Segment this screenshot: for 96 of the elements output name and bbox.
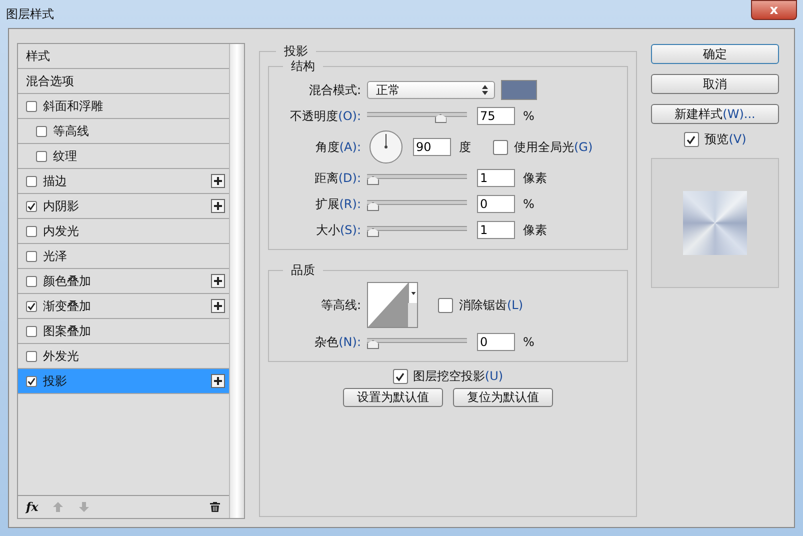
slider-thumb[interactable]: [367, 202, 379, 211]
checkbox[interactable]: [493, 140, 508, 154]
input-field[interactable]: 0: [477, 195, 515, 213]
style-item[interactable]: 内发光: [18, 219, 229, 244]
slider-thumb[interactable]: [434, 114, 446, 123]
style-label: 等高线: [53, 122, 90, 140]
style-item[interactable]: 混合选项: [18, 69, 229, 94]
style-label: 纹理: [53, 148, 78, 164]
unit-label: %: [523, 109, 534, 123]
style-label: 内发光: [43, 222, 80, 240]
new-style-button[interactable]: 新建样式(W)...: [651, 104, 779, 124]
slider-thumb[interactable]: [367, 176, 379, 185]
checkbox[interactable]: [36, 150, 47, 162]
style-label: 图案叠加: [43, 322, 92, 340]
checkbox[interactable]: [684, 132, 699, 147]
input-field[interactable]: 75: [477, 107, 515, 125]
default-button[interactable]: 设置为默认值: [343, 388, 443, 407]
style-label: 斜面和浮雕: [43, 98, 104, 114]
slider-thumb[interactable]: [367, 340, 379, 349]
dialog-button[interactable]: 取消: [651, 74, 779, 94]
checkbox[interactable]: [392, 369, 408, 384]
field-label: 杂色(N):: [314, 334, 361, 350]
checkbox-label: 消除锯齿(L): [459, 296, 524, 314]
style-label: 描边: [43, 172, 68, 190]
unit-label: %: [523, 197, 534, 211]
style-item[interactable]: 投影: [18, 369, 229, 394]
style-label: 内阴影: [43, 198, 80, 214]
group-title: 品质: [290, 262, 316, 279]
field-label: 距离(D):: [313, 170, 361, 186]
style-item[interactable]: 图案叠加: [18, 319, 229, 344]
add-icon[interactable]: [211, 274, 225, 288]
trash-icon[interactable]: [209, 501, 221, 513]
style-label: 光泽: [43, 248, 68, 264]
default-button[interactable]: 复位为默认值: [453, 388, 553, 407]
style-item[interactable]: 等高线: [18, 119, 229, 144]
input-field[interactable]: 1: [477, 221, 515, 239]
field-label: 扩展(R):: [314, 196, 361, 212]
section-title: 投影: [283, 43, 309, 60]
style-item[interactable]: 光泽: [18, 244, 229, 269]
checkbox[interactable]: [26, 250, 37, 262]
style-item[interactable]: 纹理: [18, 144, 229, 169]
style-label: 混合选项: [26, 72, 75, 90]
style-item[interactable]: 描边: [18, 169, 229, 194]
checkbox[interactable]: [26, 326, 37, 336]
add-icon[interactable]: [211, 174, 225, 188]
input-field[interactable]: 0: [477, 333, 515, 351]
contour-picker[interactable]: [367, 282, 418, 328]
style-item[interactable]: 样式: [18, 44, 229, 69]
add-icon[interactable]: [211, 299, 225, 313]
checkbox[interactable]: [26, 226, 37, 236]
style-label: 渐变叠加: [43, 298, 92, 314]
style-label: 颜色叠加: [43, 272, 92, 290]
scrollbar[interactable]: [230, 44, 244, 518]
field-label: 混合模式:: [308, 82, 361, 98]
checkbox[interactable]: [26, 376, 37, 386]
stepper-arrows-icon: [482, 85, 488, 95]
style-label: 外发光: [43, 348, 80, 364]
checkbox-label: 使用全局光(G): [514, 138, 593, 156]
checkbox[interactable]: [26, 350, 37, 362]
unit-label: 像素: [523, 222, 547, 238]
blend-mode-dropdown[interactable]: 正常: [367, 81, 495, 99]
input-field[interactable]: 90: [413, 138, 451, 156]
checkbox[interactable]: [26, 100, 37, 112]
color-swatch[interactable]: [501, 80, 537, 100]
add-icon[interactable]: [211, 374, 225, 388]
field-label: 不透明度(O):: [289, 108, 361, 124]
style-label: 投影: [43, 372, 68, 390]
dialog-button[interactable]: 确定: [651, 44, 779, 64]
group-title: 结构: [290, 58, 316, 75]
input-field[interactable]: 1: [477, 169, 515, 187]
unit-label: 像素: [523, 170, 547, 186]
slider-thumb[interactable]: [367, 228, 379, 237]
style-item[interactable]: 内阴影: [18, 194, 229, 219]
style-item[interactable]: 渐变叠加: [18, 294, 229, 319]
angle-dial[interactable]: [369, 130, 403, 164]
caret-icon: [410, 292, 416, 294]
checkbox-label: 图层挖空投影(U): [412, 368, 504, 385]
unit-label: %: [523, 335, 534, 349]
add-icon[interactable]: [211, 199, 225, 213]
checkbox[interactable]: [26, 200, 37, 212]
style-label: 样式: [26, 48, 51, 64]
field-label: 角度(A):: [314, 138, 361, 156]
checkbox[interactable]: [438, 298, 453, 312]
checkbox-label: 预览(V): [704, 131, 746, 148]
checkbox[interactable]: [26, 276, 37, 286]
checkbox[interactable]: [26, 176, 37, 186]
window-title: 图层样式: [6, 6, 54, 22]
checkbox[interactable]: [26, 300, 37, 312]
field-label: 等高线:: [320, 296, 361, 314]
style-item[interactable]: 颜色叠加: [18, 269, 229, 294]
fx-button[interactable]: fx: [26, 500, 38, 514]
unit-label: 度: [459, 138, 471, 156]
style-item[interactable]: 斜面和浮雕: [18, 94, 229, 119]
style-preview-swatch: [683, 191, 747, 255]
checkbox[interactable]: [36, 126, 47, 136]
field-label: 大小(S):: [314, 222, 361, 238]
